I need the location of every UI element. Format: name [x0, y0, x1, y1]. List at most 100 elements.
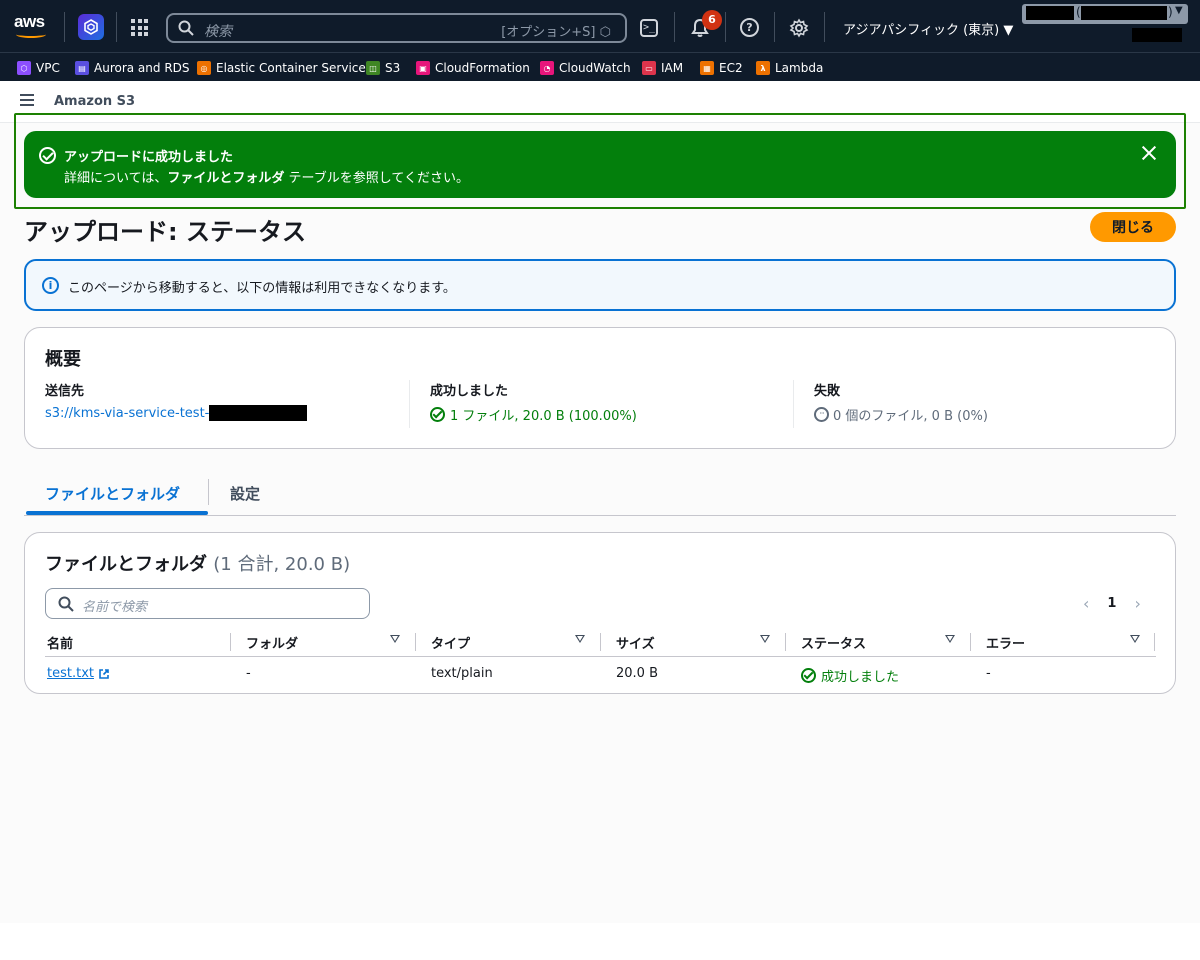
table-cell-type: text/plain — [431, 666, 493, 681]
amazon-q-icon[interactable] — [78, 14, 104, 40]
destination-link[interactable]: s3://kms-via-service-test- — [45, 406, 209, 421]
flash-close-icon[interactable] — [1140, 144, 1158, 162]
favorite-cloudwatch[interactable]: ◔ CloudWatch — [540, 61, 631, 75]
destination-label: 送信先 — [45, 384, 85, 399]
sort-caret-icon[interactable] — [945, 635, 955, 643]
redacted-block — [209, 405, 308, 421]
success-check-icon — [430, 407, 445, 422]
favorites-bar: ⬡ VPC ▤ Aurora and RDS ◎ Elastic Container … — [0, 52, 1200, 81]
column-divider[interactable] — [1154, 633, 1155, 651]
column-header-folder[interactable]: フォルダ — [246, 633, 298, 652]
favorite-ecs[interactable]: ◎ Elastic Container Service — [197, 61, 366, 75]
search-icon — [58, 596, 74, 612]
lambda-icon: λ — [756, 61, 770, 75]
rds-icon: ▤ — [75, 61, 89, 75]
favorite-s3[interactable]: ◫ S3 — [366, 61, 400, 75]
destination-value: s3://kms-via-service-test- — [45, 405, 308, 421]
cloudshell-icon[interactable]: >_ — [640, 19, 658, 37]
redacted-block — [1081, 6, 1167, 20]
success-flash-banner: アップロードに成功しました 詳細については、ファイルとフォルダ テーブルを参照し… — [24, 131, 1176, 198]
column-divider[interactable] — [600, 633, 601, 651]
iam-icon: ▭ — [642, 61, 656, 75]
nav-divider — [774, 12, 775, 42]
column-divider — [409, 380, 410, 428]
flash-title: アップロードに成功しました — [64, 150, 234, 165]
aws-logo[interactable]: aws — [14, 13, 52, 40]
failed-label: 失敗 — [814, 384, 841, 399]
column-header-error[interactable]: エラー — [986, 633, 1025, 652]
failed-value: ··· 0 個のファイル, 0 B (0%) — [814, 405, 988, 424]
nav-divider — [725, 12, 726, 42]
favorite-aurora-rds[interactable]: ▤ Aurora and RDS — [75, 61, 190, 75]
nav-divider — [674, 12, 675, 42]
cloudformation-icon: ▣ — [416, 61, 430, 75]
favorite-cloudformation[interactable]: ▣ CloudFormation — [416, 61, 530, 75]
name-search-input[interactable]: 名前で検索 — [45, 588, 370, 619]
succeeded-value: 1 ファイル, 20.0 B (100.00%) — [430, 405, 637, 424]
account-menu[interactable]: ( ) ▼ — [1022, 4, 1188, 24]
search-icon — [178, 20, 194, 36]
region-selector[interactable]: アジアパシフィック (東京) ▼ — [843, 19, 1013, 38]
account-caret-icon: ▼ — [1175, 5, 1183, 16]
table-cell-folder: - — [246, 666, 251, 681]
help-icon[interactable]: ? — [740, 18, 759, 37]
tab-settings[interactable]: 設定 — [230, 483, 260, 504]
success-check-icon — [801, 668, 816, 683]
favorite-lambda[interactable]: λ Lambda — [756, 61, 823, 75]
success-check-icon — [39, 147, 56, 164]
s3-icon: ◫ — [366, 61, 380, 75]
files-heading: ファイルとフォルダ (1 合計, 20.0 B) — [45, 554, 351, 575]
succeeded-column: 成功しました 1 ファイル, 20.0 B (100.00%) — [430, 380, 637, 424]
column-header-status[interactable]: ステータス — [801, 633, 866, 652]
chevron-right-icon[interactable]: › — [1134, 594, 1140, 613]
page-bottom — [0, 923, 1200, 960]
external-link-icon — [99, 668, 109, 679]
table-cell-status: 成功しました — [801, 666, 899, 685]
column-divider[interactable] — [970, 633, 971, 651]
succeeded-label: 成功しました — [430, 384, 509, 399]
summary-heading: 概要 — [45, 349, 81, 370]
search-shortcut-hint: [オプション+S] ⬡ — [501, 25, 611, 40]
settings-gear-icon[interactable] — [789, 18, 809, 38]
global-search-input[interactable]: 検索 [オプション+S] ⬡ — [166, 13, 627, 43]
redacted-block — [1026, 6, 1074, 20]
services-grid-icon[interactable] — [131, 19, 148, 36]
column-header-name[interactable]: 名前 — [47, 633, 73, 652]
nav-divider — [64, 12, 65, 42]
nav-divider — [824, 12, 825, 42]
pending-dots-icon: ··· — [814, 407, 829, 422]
column-divider — [793, 380, 794, 428]
page-title: アップロード: ステータス — [24, 218, 306, 246]
ec2-icon: ▦ — [700, 61, 714, 75]
table-row-name[interactable]: test.txt — [47, 666, 110, 681]
sort-caret-icon[interactable] — [760, 635, 770, 643]
column-divider[interactable] — [785, 633, 786, 651]
chevron-left-icon[interactable]: ‹ — [1083, 594, 1089, 613]
favorite-iam[interactable]: ▭ IAM — [642, 61, 683, 75]
file-name-link[interactable]: test.txt — [47, 666, 94, 681]
vpc-icon: ⬡ — [17, 61, 31, 75]
current-page[interactable]: 1 — [1107, 596, 1116, 611]
close-button[interactable]: 閉じる — [1090, 212, 1176, 242]
column-divider[interactable] — [415, 633, 416, 651]
summary-panel: 概要 送信先 s3://kms-via-service-test- 成功しました… — [24, 327, 1176, 449]
menu-hamburger-icon[interactable] — [20, 94, 34, 106]
column-divider[interactable] — [230, 633, 231, 651]
column-header-size[interactable]: サイズ — [616, 633, 655, 652]
sort-caret-icon[interactable] — [1130, 635, 1140, 643]
files-count: (1 合計, 20.0 B) — [213, 554, 351, 575]
sort-caret-icon[interactable] — [575, 635, 585, 643]
tab-files-and-folders[interactable]: ファイルとフォルダ — [45, 483, 180, 504]
column-header-type[interactable]: タイプ — [431, 633, 470, 652]
nav-divider — [116, 12, 117, 42]
ecs-icon: ◎ — [197, 61, 211, 75]
account-paren-close: ) — [1168, 5, 1173, 19]
table-cell-size: 20.0 B — [616, 666, 658, 681]
notification-count-badge: 6 — [702, 10, 722, 30]
sort-caret-icon[interactable] — [390, 635, 400, 643]
redacted-block — [1132, 28, 1182, 42]
favorite-vpc[interactable]: ⬡ VPC — [17, 61, 60, 75]
pagination: ‹ 1 › — [1083, 594, 1141, 613]
account-paren-open: ( — [1076, 5, 1081, 19]
favorite-ec2[interactable]: ▦ EC2 — [700, 61, 743, 75]
